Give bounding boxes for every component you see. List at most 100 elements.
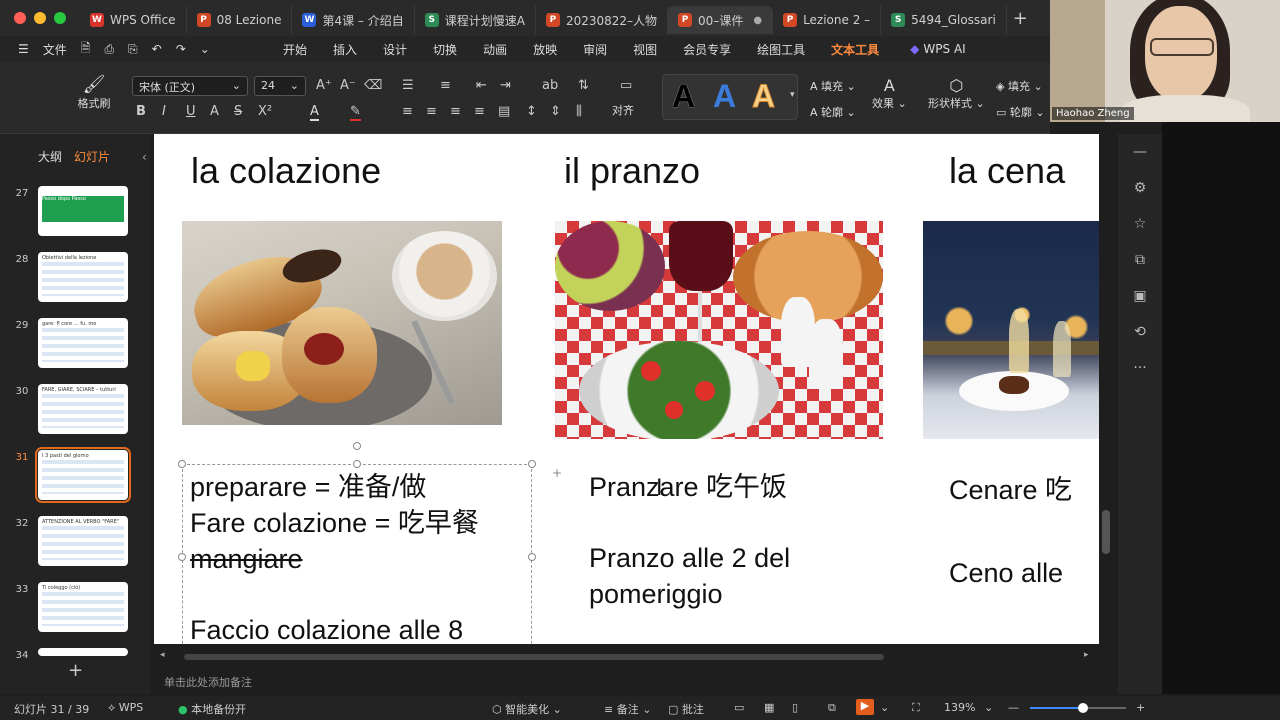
menu-item[interactable]: 会员专享 — [670, 41, 744, 58]
minus-icon[interactable]: — — [1118, 134, 1162, 170]
wps-status-button[interactable]: ⟡ WPS — [108, 701, 143, 715]
slide-preview[interactable]: 慢速意大利语 A1–A2 ITALIANO Passo dopo Passo — [38, 186, 128, 236]
fit-window-icon[interactable]: ⛶ — [912, 701, 920, 715]
distribute-icon[interactable]: ▤ — [498, 104, 510, 119]
breakfast-photo[interactable] — [182, 221, 502, 425]
menu-item[interactable]: 放映 — [520, 41, 570, 58]
slide-preview[interactable] — [38, 648, 128, 656]
text-style-black[interactable]: A — [672, 78, 695, 115]
zoom-slider[interactable] — [1030, 703, 1126, 713]
hamburger-icon[interactable]: ☰ — [18, 42, 29, 56]
grid-view-icon[interactable]: ▦ — [764, 701, 774, 714]
font-color-icon[interactable]: A — [310, 104, 319, 121]
highlight-icon[interactable]: ✎ — [350, 104, 361, 121]
menu-item[interactable]: 开始 — [270, 41, 320, 58]
dinner-photo[interactable] — [923, 221, 1099, 439]
text-pomeriggio[interactable]: pomeriggio — [589, 576, 723, 612]
menu-item[interactable]: 动画 — [470, 41, 520, 58]
slide-thumbnail[interactable]: 27 慢速意大利语 A1–A2 ITALIANO Passo dopo Passo — [0, 186, 150, 244]
line-spacing-icon[interactable]: ↕ — [526, 104, 537, 119]
resize-handle[interactable] — [353, 460, 361, 468]
maximize-window-button[interactable] — [54, 12, 66, 24]
horizontal-scrollbar[interactable]: ◂ ▸ — [154, 650, 1099, 662]
clear-format-icon[interactable]: ⌫ — [364, 78, 382, 93]
file-menu[interactable]: 文件 — [43, 41, 67, 58]
align-left-icon[interactable]: ≡ — [402, 104, 413, 119]
text-fare-colazione[interactable]: Fare colazione = 吃早餐 — [190, 505, 479, 541]
char-spacing-icon[interactable]: ab — [542, 78, 558, 93]
browser-tab[interactable]: W WPS Office — [80, 6, 187, 34]
browser-tab[interactable]: P 20230822–人物 — [536, 6, 669, 34]
slide-thumbnail[interactable]: 28 Obiettivi della lezione — [0, 252, 150, 310]
heading-cena[interactable]: la cena — [949, 150, 1065, 192]
slide-preview[interactable]: gare: fl core … fu. mo — [38, 318, 128, 368]
slide-thumbnail[interactable]: 32 ATTENZIONE AL VERBO "FARE" — [0, 516, 150, 574]
new-tab-button[interactable]: + — [1007, 8, 1034, 29]
save-icon[interactable]: 🗎 — [81, 39, 91, 60]
resize-handle[interactable] — [178, 460, 186, 468]
browser-tab[interactable]: S 课程计划慢速A — [415, 6, 536, 34]
scroll-right-icon[interactable]: ▸ — [1084, 650, 1089, 660]
align-center-icon[interactable]: ≡ — [426, 104, 437, 119]
browser-tab[interactable]: P 00–课件 ● — [668, 6, 774, 34]
slide-preview[interactable]: FARE, GIARE, SCIARE – tutturi — [38, 384, 128, 434]
slide[interactable]: la colazione il pranzo la cena + prepara… — [154, 134, 1099, 644]
zoom-in-icon[interactable]: + — [1136, 701, 1145, 714]
scroll-thumb[interactable] — [184, 654, 884, 660]
presenter-view-icon[interactable]: ⧉ — [828, 701, 836, 715]
menu-item[interactable]: 视图 — [620, 41, 670, 58]
collapse-panel-icon[interactable]: ‹ — [142, 150, 147, 164]
para-spacing-icon[interactable]: ⇕ — [550, 104, 561, 119]
text-box-icon[interactable]: ▭ — [620, 78, 632, 93]
add-slide-button[interactable]: + — [68, 660, 83, 681]
slide-thumbnail[interactable]: 31 I 3 pasti del giorno — [0, 447, 150, 508]
export-pdf-icon[interactable]: ⎙ — [104, 42, 114, 57]
close-tab-icon[interactable]: ● — [753, 15, 762, 26]
browser-tab[interactable]: S 5494_Glossari — [881, 6, 1007, 34]
decrease-font-icon[interactable]: A⁻ — [340, 78, 356, 93]
slide-thumbnail[interactable]: 29 gare: fl core … fu. mo — [0, 318, 150, 376]
menu-item[interactable]: 插入 — [320, 41, 370, 58]
font-size-select[interactable]: 24 ⌄ — [254, 76, 306, 96]
text-style-orange[interactable]: A — [751, 78, 775, 115]
text-pranzare[interactable]: Pranzare 吃午饭 — [589, 469, 787, 505]
backup-status[interactable]: ● 本地备份开 — [178, 701, 246, 717]
resize-handle[interactable] — [528, 553, 536, 561]
zoom-dropdown-icon[interactable]: ⌄ — [984, 701, 993, 714]
heading-pranzo[interactable]: il pranzo — [564, 150, 700, 192]
bullets-icon[interactable]: ☰ — [402, 78, 414, 93]
text-fill-button[interactable]: A 填充 ⌄ — [810, 78, 856, 94]
columns-icon[interactable]: ⫼ — [576, 104, 582, 119]
slide-thumbnail[interactable]: 33 Ti coleggo (ciò) — [0, 582, 150, 640]
slide-thumbnail[interactable]: 30 FARE, GIARE, SCIARE – tutturi — [0, 384, 150, 442]
text-mangiare[interactable]: mangiare — [190, 541, 303, 577]
zoom-slider-knob[interactable] — [1077, 703, 1088, 713]
normal-view-icon[interactable]: ▭ — [734, 701, 744, 714]
text-faccio-colazione[interactable]: Faccio colazione alle 8 — [190, 612, 463, 644]
menu-item[interactable]: 设计 — [370, 41, 420, 58]
print-icon[interactable]: ⎘ — [128, 42, 138, 57]
reading-view-icon[interactable]: ▯ — [792, 701, 798, 714]
text-cenare[interactable]: Cenare 吃 — [949, 472, 1072, 508]
resize-handle[interactable] — [178, 553, 186, 561]
text-preparare[interactable]: preparare = 准备/做 — [190, 469, 426, 505]
text-effect-button[interactable]: A 效果 ⌄ — [872, 76, 907, 111]
scroll-left-icon[interactable]: ◂ — [160, 650, 165, 660]
notes-button[interactable]: ≡ 备注 ⌄ — [604, 701, 651, 717]
beautify-button[interactable]: ⬡ 智能美化 ⌄ — [492, 701, 562, 717]
tab-outline[interactable]: 大纲 — [38, 148, 62, 165]
text-style-blue[interactable]: A — [713, 78, 736, 115]
history-icon[interactable]: ⟲ — [1118, 314, 1162, 350]
superscript-icon[interactable]: X² — [258, 104, 272, 119]
shape-style-button[interactable]: ⬡ 形状样式 ⌄ — [928, 76, 985, 111]
settings-sliders-icon[interactable]: ⚙ — [1118, 170, 1162, 206]
close-window-button[interactable] — [14, 12, 26, 24]
menu-item[interactable]: 绘图工具 — [744, 41, 818, 58]
zoom-level[interactable]: 139% — [944, 701, 975, 714]
play-slideshow-button[interactable]: ▶ — [856, 699, 874, 715]
bold-icon[interactable]: B — [136, 104, 146, 119]
heading-colazione[interactable]: la colazione — [191, 150, 381, 192]
more-icon[interactable]: ··· — [1118, 350, 1162, 386]
shadow-icon[interactable]: A — [210, 104, 219, 119]
resize-handle[interactable] — [528, 460, 536, 468]
